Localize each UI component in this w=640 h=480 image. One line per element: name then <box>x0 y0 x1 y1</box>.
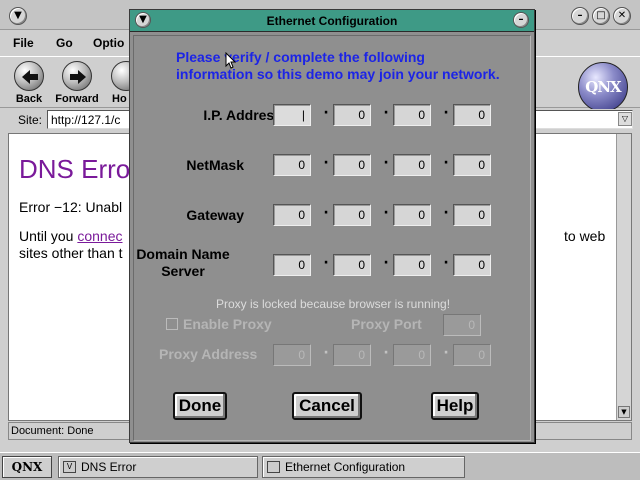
proxy-octet-2[interactable]: 0 <box>333 344 371 366</box>
dot: · <box>383 155 389 171</box>
dns-server-label: Domain Name Server <box>108 246 258 280</box>
proxy-port-label: Proxy Port <box>351 316 422 332</box>
netmask-octet-1[interactable]: 0 <box>273 154 311 176</box>
gateway-octet-1[interactable]: 0 <box>273 204 311 226</box>
window-menu-icon[interactable]: ▼ <box>9 7 27 25</box>
task-ethernet-config-label: Ethernet Configuration <box>285 460 406 474</box>
vertical-scrollbar[interactable]: ▼ <box>616 134 631 420</box>
dot: · <box>323 105 329 121</box>
dot: · <box>383 255 389 271</box>
mouse-pointer-icon <box>225 52 237 69</box>
gateway-label: Gateway <box>186 207 244 223</box>
back-button[interactable]: Back <box>7 61 51 107</box>
task-ethernet-config[interactable]: Ethernet Configuration <box>262 456 465 478</box>
forward-button[interactable]: Forward <box>55 61 99 107</box>
dialog-titlebar: ▼ Ethernet Configuration – <box>130 10 534 32</box>
menu-file[interactable]: File <box>13 36 34 50</box>
forward-label: Forward <box>55 93 99 105</box>
proxy-octet-3[interactable]: 0 <box>393 344 431 366</box>
ip-octet-2[interactable]: 0 <box>333 104 371 126</box>
back-label: Back <box>15 93 43 105</box>
url-dropdown-icon[interactable]: ▽ <box>618 112 632 126</box>
gateway-octet-3[interactable]: 0 <box>393 204 431 226</box>
window-task-icon <box>267 461 280 473</box>
ip-octet-1[interactable]: | <box>273 104 311 126</box>
status-text: Document: Done <box>11 425 94 437</box>
netmask-octet-4[interactable]: 0 <box>453 154 491 176</box>
dot: · <box>323 155 329 171</box>
back-arrow-icon <box>14 61 44 91</box>
help-button[interactable]: Help <box>431 392 479 420</box>
enable-proxy-checkbox[interactable] <box>166 318 178 330</box>
dns-octet-3[interactable]: 0 <box>393 254 431 276</box>
site-label: Site: <box>18 113 43 127</box>
browser-task-icon: V <box>63 461 76 473</box>
home-icon <box>111 61 129 91</box>
dot: · <box>443 205 449 221</box>
netmask-label: NetMask <box>186 157 244 173</box>
dot: · <box>383 105 389 121</box>
ip-address-label: I.P. Address <box>203 107 282 123</box>
task-dns-error-label: DNS Error <box>81 460 137 474</box>
ip-octet-3[interactable]: 0 <box>393 104 431 126</box>
menu-options[interactable]: Optio <box>93 36 124 50</box>
dot: · <box>443 105 449 121</box>
ethernet-config-dialog: ▼ Ethernet Configuration – Please verify… <box>129 9 535 443</box>
dns-octet-2[interactable]: 0 <box>333 254 371 276</box>
dns-label-line-2: Server <box>161 263 205 279</box>
info-line-2: sites other than t <box>19 245 123 261</box>
proxy-port-field[interactable]: 0 <box>443 314 481 336</box>
dns-label-line-1: Domain Name <box>136 246 230 262</box>
dot: · <box>323 345 329 361</box>
home-label: Ho <box>112 93 127 105</box>
info-tail: to web <box>564 228 606 244</box>
start-button[interactable]: QNX <box>2 456 52 478</box>
home-button[interactable]: Ho <box>103 61 129 107</box>
connect-link[interactable]: connec <box>77 228 122 244</box>
dot: · <box>443 255 449 271</box>
proxy-locked-note: Proxy is locked because browser is runni… <box>215 297 451 311</box>
cancel-button[interactable]: Cancel <box>292 392 362 420</box>
forward-arrow-icon <box>62 61 92 91</box>
info-line: Until you connec <box>19 228 123 244</box>
menu-go[interactable]: Go <box>56 36 73 50</box>
minimize-icon[interactable]: – <box>571 7 589 25</box>
task-dns-error[interactable]: V DNS Error <box>58 456 258 478</box>
scroll-down-icon[interactable]: ▼ <box>618 406 630 418</box>
dialog-body: Please verify / complete the following i… <box>133 35 531 441</box>
gateway-octet-4[interactable]: 0 <box>453 204 491 226</box>
dns-octet-4[interactable]: 0 <box>453 254 491 276</box>
info-text: Until you <box>19 228 78 244</box>
proxy-octet-4[interactable]: 0 <box>453 344 491 366</box>
enable-proxy-label: Enable Proxy <box>183 316 272 332</box>
maximize-icon[interactable]: □ <box>592 7 610 25</box>
netmask-octet-2[interactable]: 0 <box>333 154 371 176</box>
dot: · <box>443 155 449 171</box>
netmask-octet-3[interactable]: 0 <box>393 154 431 176</box>
qnx-logo: QNX <box>578 62 628 112</box>
dialog-title: Ethernet Configuration <box>266 14 398 28</box>
dot: · <box>443 345 449 361</box>
dot: · <box>323 255 329 271</box>
dialog-minimize-icon[interactable]: – <box>513 12 529 28</box>
done-button[interactable]: Done <box>173 392 227 420</box>
dot: · <box>323 205 329 221</box>
gateway-octet-2[interactable]: 0 <box>333 204 371 226</box>
proxy-address-label: Proxy Address <box>159 346 258 362</box>
dot: · <box>383 205 389 221</box>
proxy-octet-1[interactable]: 0 <box>273 344 311 366</box>
dns-octet-1[interactable]: 0 <box>273 254 311 276</box>
taskbar: QNX V DNS Error Ethernet Configuration <box>0 452 640 480</box>
close-icon[interactable]: ✕ <box>613 7 631 25</box>
dot: · <box>383 345 389 361</box>
ip-octet-4[interactable]: 0 <box>453 104 491 126</box>
